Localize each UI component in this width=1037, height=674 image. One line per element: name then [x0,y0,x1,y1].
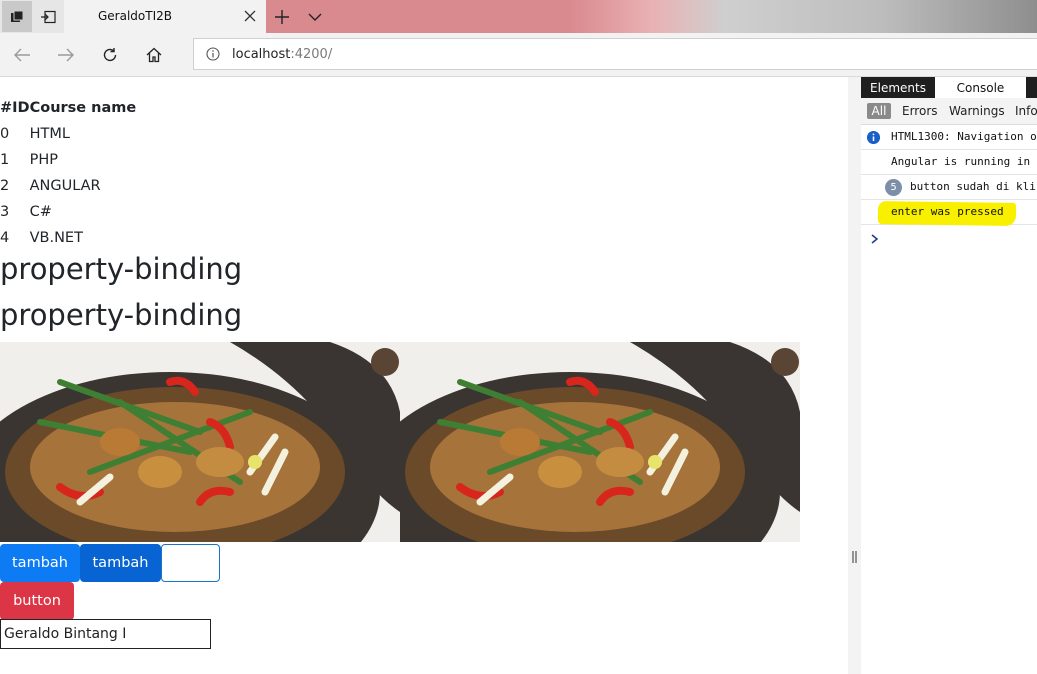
cell-course-name: C# [29,204,52,220]
filter-errors[interactable]: Errors [902,103,938,119]
url-host: localhost [232,47,291,62]
url-port: :4200/ [290,47,333,62]
filter-warnings[interactable]: Warnings [949,103,1005,119]
new-tab-icon[interactable] [271,6,293,28]
browser-toolbar: localhost:4200/ [0,33,1037,77]
back-arrow-icon[interactable] [10,43,34,67]
cell-id: 2 [0,178,10,194]
tab-title: GeraldoTI2B [98,9,172,23]
cell-id: 1 [0,152,10,168]
chevron-down-icon[interactable] [304,6,326,28]
site-info-icon[interactable] [206,47,220,61]
tab-active[interactable]: GeraldoTI2B [64,0,266,33]
console-message[interactable]: 5 button sudah di klik [861,175,1037,200]
property-binding-heading: property-binding [0,252,243,286]
cell-course-name: VB.NET [29,230,83,246]
course-table: #ID Course name 0 HTML 1 PHP 2 ANGULAR 3 C# … [0,95,136,251]
food-image [0,342,400,542]
console-prompt-chevron-icon[interactable] [870,233,880,245]
tab-elements[interactable]: Elements [861,77,935,98]
tambah-button-dark[interactable]: tambah [80,544,161,582]
devtools-tabs: Elements Console [861,77,1037,98]
table-row: 1 PHP [0,147,136,173]
devtools-panel: Elements Console All Errors Warnings Inf… [861,77,1037,674]
red-button[interactable]: button [0,582,74,620]
cell-id: 4 [0,230,10,246]
url-text: localhost:4200/ [232,47,332,62]
set-tabs-aside-icon[interactable] [33,1,63,32]
tambah-button[interactable]: tambah [0,544,80,582]
tab-actions [0,0,64,33]
home-icon[interactable] [142,43,166,67]
devtools-splitter[interactable] [848,77,862,674]
table-row: 3 C# [0,199,136,225]
page-content: #ID Course name 0 HTML 1 PHP 2 ANGULAR 3 C# … [0,77,848,674]
column-header-id: #ID [0,100,30,116]
console-message[interactable]: enter was pressed [861,200,1037,226]
console-filter-bar: All Errors Warnings Info [861,98,1037,125]
table-row: 2 ANGULAR [0,173,136,199]
name-input[interactable]: Geraldo Bintang I [0,619,211,649]
splitter-grip-icon[interactable] [852,551,857,563]
forward-arrow-icon[interactable] [54,43,78,67]
cell-course-name: HTML [29,126,70,142]
repeat-count-badge: 5 [885,179,902,196]
console-message[interactable]: Angular is running in [861,150,1037,175]
filter-all[interactable]: All [867,103,891,119]
console-message-text: button sudah di klik [910,180,1037,193]
table-row: 0 HTML [0,121,136,147]
cell-course-name: PHP [29,152,58,168]
refresh-icon[interactable] [98,43,122,67]
filter-info[interactable]: Info [1015,103,1037,119]
empty-outline-button[interactable] [161,544,220,582]
console-message[interactable]: HTML1300: Navigation o [861,125,1037,150]
table-header-row: #ID Course name [0,95,136,121]
console-message-text: Angular is running in [891,155,1031,168]
table-row: 4 VB.NET [0,225,136,251]
address-bar[interactable]: localhost:4200/ [193,38,1037,70]
console-message-text: HTML1300: Navigation o [891,130,1037,143]
tab-close-icon[interactable] [242,8,258,24]
tab-console[interactable]: Console [935,77,1026,98]
browser-tab-strip: GeraldoTI2B [0,0,1037,33]
cell-course-name: ANGULAR [29,178,101,194]
cell-id: 3 [0,204,10,220]
console-message-text: enter was pressed [891,205,1004,218]
info-icon [867,131,880,144]
tab-manager-icon[interactable] [2,1,32,32]
property-binding-heading: property-binding [0,298,243,332]
cell-id: 0 [0,126,10,142]
food-image [400,342,800,542]
column-header-course-name: Course name [29,100,137,116]
